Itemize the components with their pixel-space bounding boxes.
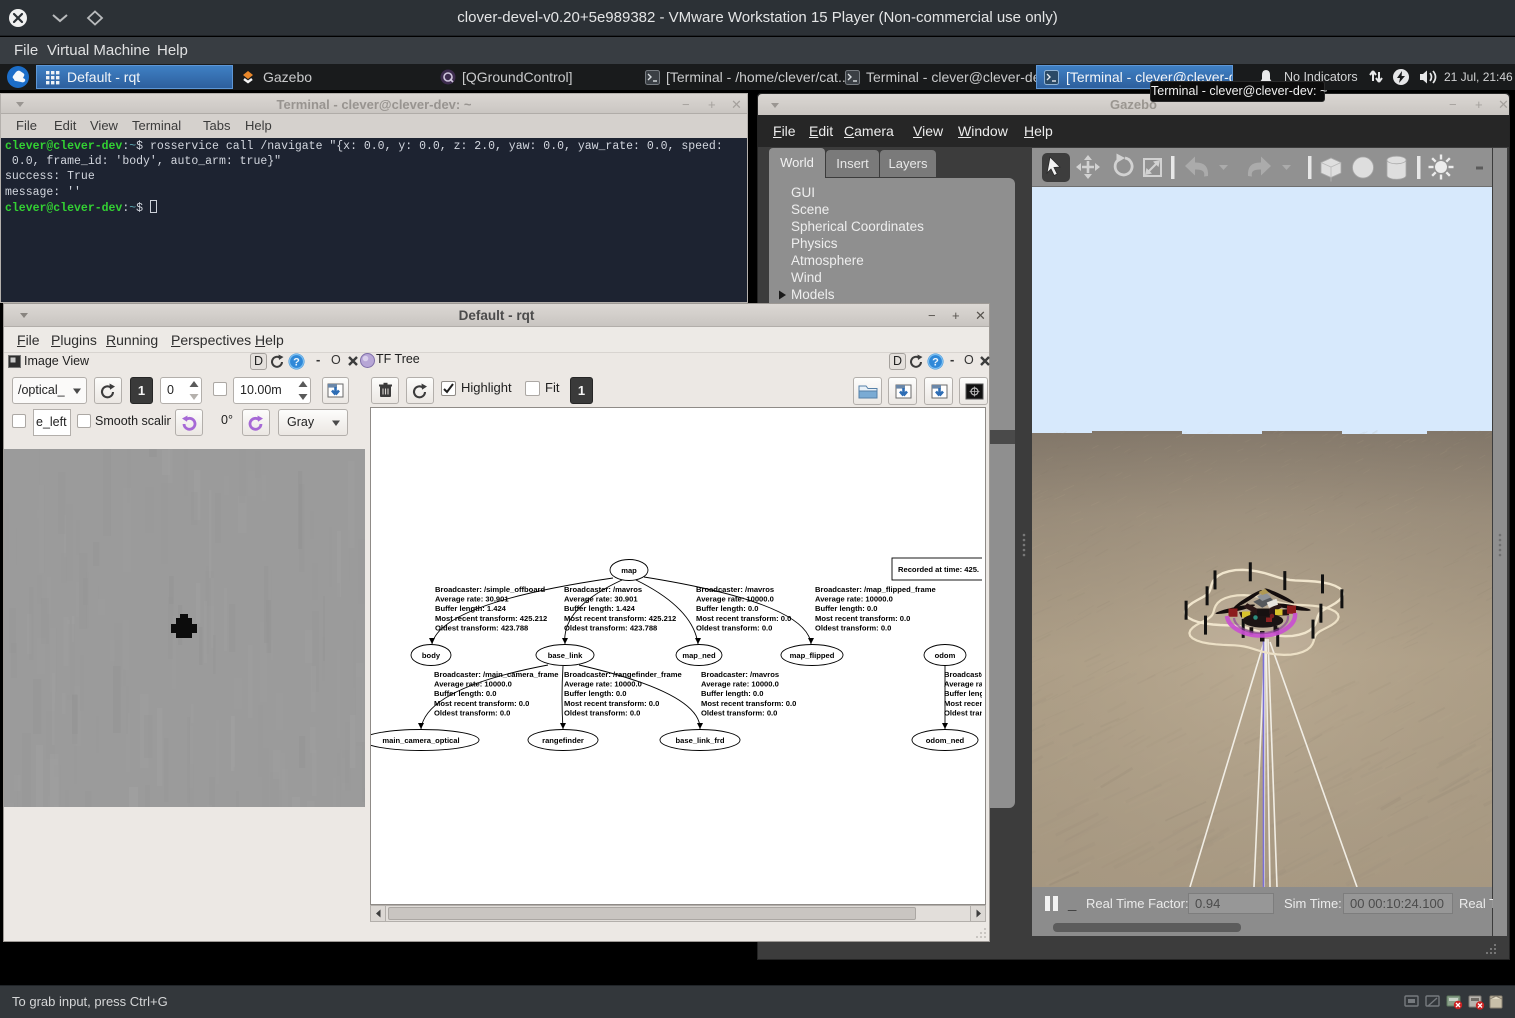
svg-text:Average rate: 10000.0: Average rate: 10000.0 xyxy=(564,680,642,689)
svg-text:Most recent transform: 425.212: Most recent transform: 425.212 xyxy=(435,614,547,623)
svg-text:Oldest transform: 423.788: Oldest transform: 423.788 xyxy=(564,623,657,632)
svg-text:Buffer length: 0.0: Buffer length: 0.0 xyxy=(434,689,496,698)
svg-text:Oldest transform: 0.0: Oldest transform: 0.0 xyxy=(701,708,777,717)
svg-text:Most recent transform: 0.0: Most recent transform: 0.0 xyxy=(696,614,791,623)
svg-text:base_link_frd: base_link_frd xyxy=(676,736,725,745)
svg-text:?: ? xyxy=(932,357,939,369)
svg-text:Average rate: 30.901: Average rate: 30.901 xyxy=(435,595,509,604)
svg-text:map: map xyxy=(621,566,637,575)
svg-text:Buffer length: 0.0: Buffer length: 0.0 xyxy=(701,689,763,698)
svg-text:Oldest transform: 0.0: Oldest transform: 0.0 xyxy=(564,708,640,717)
svg-text:Oldest transform: 0.0: Oldest transform: 0.0 xyxy=(434,708,510,717)
svg-text:odom: odom xyxy=(935,651,956,660)
svg-text:Average rate: 10000.0: Average rate: 10000.0 xyxy=(696,595,774,604)
svg-text:Most recent transform: 425.212: Most recent transform: 425.212 xyxy=(564,614,676,623)
svg-text:Oldest transform: 0.0: Oldest transform: 0.0 xyxy=(696,623,772,632)
svg-text:Buffer length: 1.424: Buffer length: 1.424 xyxy=(435,604,507,613)
svg-text:Average rate: 10000.0: Average rate: 10000.0 xyxy=(815,595,893,604)
svg-text:Broadcaster: /mavros: Broadcaster: /mavros xyxy=(701,670,779,679)
svg-text:Most recent transform: 0.0: Most recent transform: 0.0 xyxy=(815,614,910,623)
svg-text:Buffer length: 0.0: Buffer length: 0.0 xyxy=(944,689,982,698)
svg-text:Average rate: 10000.0: Average rate: 10000.0 xyxy=(944,680,982,689)
svg-text:map_flipped: map_flipped xyxy=(790,651,835,660)
svg-text:Most recent transform: 0.0: Most recent transform: 0.0 xyxy=(434,699,529,708)
svg-text:Average rate: 30.901: Average rate: 30.901 xyxy=(564,595,638,604)
svg-text:Average rate: 10000.0: Average rate: 10000.0 xyxy=(701,680,779,689)
svg-text:Most recent transform: 0.0: Most recent transform: 0.0 xyxy=(944,699,982,708)
svg-text:rangefinder: rangefinder xyxy=(542,736,584,745)
svg-text:Buffer length: 0.0: Buffer length: 0.0 xyxy=(696,604,758,613)
svg-text:Broadcaster: /map_flipped_fram: Broadcaster: /map_flipped_frame xyxy=(815,585,936,594)
svg-text:Most recent transform: 0.0: Most recent transform: 0.0 xyxy=(564,699,659,708)
svg-text:Oldest transform: 423.788: Oldest transform: 423.788 xyxy=(435,623,528,632)
svg-text:base_link: base_link xyxy=(548,651,583,660)
svg-text:Broadcaster: /mavros: Broadcaster: /mavros xyxy=(696,585,774,594)
svg-text:Average rate: 10000.0: Average rate: 10000.0 xyxy=(434,680,512,689)
svg-text:Buffer length: 1.424: Buffer length: 1.424 xyxy=(564,604,636,613)
svg-text:Broadcaster: /main_camera_fram: Broadcaster: /main_camera_frame xyxy=(434,670,559,679)
svg-text:odom_ned: odom_ned xyxy=(926,736,965,745)
svg-text:?: ? xyxy=(293,357,300,369)
svg-text:Buffer length: 0.0: Buffer length: 0.0 xyxy=(815,604,877,613)
svg-text:Buffer length: 0.0: Buffer length: 0.0 xyxy=(564,689,626,698)
svg-text:Broadcaster: /simple_offboard: Broadcaster: /simple_offboard xyxy=(435,585,545,594)
svg-text:Broadcaster: /mavros: Broadcaster: /mavros xyxy=(564,585,642,594)
svg-text:Most recent transform: 0.0: Most recent transform: 0.0 xyxy=(701,699,796,708)
svg-text:main_camera_optical: main_camera_optical xyxy=(382,736,459,745)
svg-text:body: body xyxy=(422,651,441,660)
svg-text:Recorded at time: 425.: Recorded at time: 425. xyxy=(898,565,979,574)
svg-text:Oldest transform: 0.0: Oldest transform: 0.0 xyxy=(815,623,891,632)
svg-text:Oldest transform: 0.0: Oldest transform: 0.0 xyxy=(944,708,982,717)
svg-text:map_ned: map_ned xyxy=(682,651,716,660)
svg-text:Broadcaster: /mavros: Broadcaster: /mavros xyxy=(944,670,982,679)
svg-text:Broadcaster: /rangefinder_fram: Broadcaster: /rangefinder_frame xyxy=(564,670,682,679)
